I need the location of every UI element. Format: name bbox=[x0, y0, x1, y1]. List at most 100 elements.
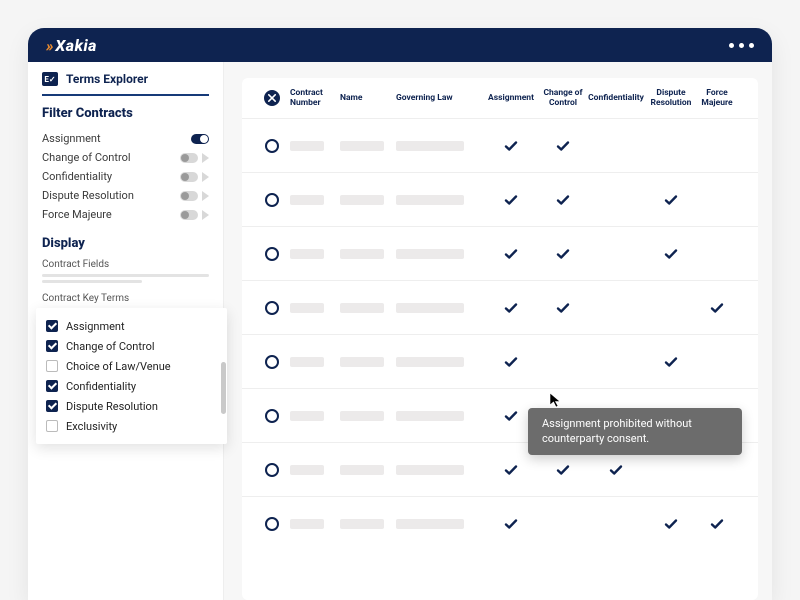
col-contract-number[interactable]: Contract Number bbox=[290, 88, 340, 108]
row-select-radio[interactable] bbox=[265, 355, 279, 369]
checkbox[interactable] bbox=[46, 420, 58, 432]
cell-change-of-control[interactable] bbox=[540, 462, 586, 478]
cell-assignment[interactable] bbox=[482, 408, 540, 424]
key-term-change-of-control[interactable]: Change of Control bbox=[46, 336, 219, 356]
cell-placeholder bbox=[340, 357, 384, 367]
col-dispute-resolution[interactable]: Dispute Resolution bbox=[646, 88, 696, 108]
filter-toggle[interactable] bbox=[180, 191, 198, 201]
row-select-radio[interactable] bbox=[265, 193, 279, 207]
cell-assignment[interactable] bbox=[482, 300, 540, 316]
cell-placeholder bbox=[340, 411, 384, 421]
table-row[interactable] bbox=[242, 118, 758, 172]
cell-placeholder bbox=[340, 249, 384, 259]
row-select-radio[interactable] bbox=[265, 301, 279, 315]
content: E✓ Terms Explorer Filter Contracts Assig… bbox=[28, 62, 772, 600]
filter-row-confidentiality[interactable]: Confidentiality bbox=[42, 167, 209, 186]
cell-placeholder bbox=[396, 195, 464, 205]
cell-placeholder bbox=[290, 195, 324, 205]
col-name[interactable]: Name bbox=[340, 93, 396, 103]
cell-change-of-control[interactable] bbox=[540, 246, 586, 262]
cell-change-of-control[interactable] bbox=[540, 192, 586, 208]
filter-label: Confidentiality bbox=[42, 170, 112, 183]
filter-row-force-majeure[interactable]: Force Majeure bbox=[42, 205, 209, 224]
key-term-exclusivity[interactable]: Exclusivity bbox=[46, 416, 219, 436]
table-row[interactable] bbox=[242, 226, 758, 280]
col-governing-law[interactable]: Governing Law bbox=[396, 93, 482, 103]
key-term-dispute-resolution[interactable]: Dispute Resolution bbox=[46, 396, 219, 416]
cell-change-of-control[interactable] bbox=[540, 300, 586, 316]
cell-assignment[interactable] bbox=[482, 462, 540, 478]
chevron-right-icon bbox=[202, 210, 209, 220]
cell-dispute-resolution[interactable] bbox=[646, 246, 696, 262]
filter-toggle[interactable] bbox=[180, 153, 198, 163]
checkbox[interactable] bbox=[46, 380, 58, 392]
clear-selection-button[interactable] bbox=[264, 90, 280, 106]
table-row[interactable] bbox=[242, 172, 758, 226]
window-menu-button[interactable] bbox=[729, 43, 754, 48]
table-row[interactable] bbox=[242, 496, 758, 550]
cell-placeholder bbox=[290, 465, 324, 475]
cell-dispute-resolution[interactable] bbox=[646, 192, 696, 208]
logo-mark-icon: ›› bbox=[46, 36, 51, 55]
key-term-label: Change of Control bbox=[66, 340, 155, 353]
cell-change-of-control[interactable] bbox=[540, 408, 586, 424]
key-term-confidentiality[interactable]: Confidentiality bbox=[46, 376, 219, 396]
cell-change-of-control[interactable] bbox=[540, 138, 586, 154]
filter-label: Change of Control bbox=[42, 151, 131, 164]
cell-placeholder bbox=[396, 249, 464, 259]
filter-label: Force Majeure bbox=[42, 208, 112, 221]
cell-assignment[interactable] bbox=[482, 192, 540, 208]
row-select-radio[interactable] bbox=[265, 409, 279, 423]
cell-placeholder bbox=[396, 357, 464, 367]
filter-row-change-of-control[interactable]: Change of Control bbox=[42, 148, 209, 167]
cell-force-majeure[interactable] bbox=[696, 300, 738, 316]
cell-placeholder bbox=[290, 519, 324, 529]
cell-placeholder bbox=[290, 411, 324, 421]
filter-row-dispute-resolution[interactable]: Dispute Resolution bbox=[42, 186, 209, 205]
table-row[interactable] bbox=[242, 442, 758, 496]
filter-toggle[interactable] bbox=[180, 172, 198, 182]
col-confidentiality[interactable]: Confidentiality bbox=[586, 93, 646, 103]
filter-row-assignment[interactable]: Assignment bbox=[42, 129, 209, 148]
chevron-right-icon bbox=[202, 153, 209, 163]
table-row[interactable] bbox=[242, 388, 758, 442]
key-term-assignment[interactable]: Assignment bbox=[46, 316, 219, 336]
terms-explorer-header[interactable]: E✓ Terms Explorer bbox=[42, 72, 209, 96]
row-select-radio[interactable] bbox=[265, 517, 279, 531]
cell-placeholder bbox=[340, 195, 384, 205]
cell-assignment[interactable] bbox=[482, 354, 540, 370]
cell-placeholder bbox=[340, 465, 384, 475]
table-row[interactable] bbox=[242, 334, 758, 388]
cell-dispute-resolution[interactable] bbox=[646, 354, 696, 370]
key-term-label: Dispute Resolution bbox=[66, 400, 158, 413]
cell-assignment[interactable] bbox=[482, 516, 540, 532]
cell-assignment[interactable] bbox=[482, 138, 540, 154]
cell-assignment[interactable] bbox=[482, 246, 540, 262]
cell-dispute-resolution[interactable] bbox=[646, 516, 696, 532]
filter-label: Dispute Resolution bbox=[42, 189, 134, 202]
col-change-of-control[interactable]: Change of Control bbox=[540, 88, 586, 108]
checkbox[interactable] bbox=[46, 320, 58, 332]
row-select-radio[interactable] bbox=[265, 247, 279, 261]
sidebar: E✓ Terms Explorer Filter Contracts Assig… bbox=[28, 62, 224, 600]
cell-placeholder bbox=[290, 303, 324, 313]
checkbox[interactable] bbox=[46, 360, 58, 372]
col-assignment[interactable]: Assignment bbox=[482, 93, 540, 103]
row-select-radio[interactable] bbox=[265, 139, 279, 153]
cell-placeholder bbox=[396, 519, 464, 529]
filter-toggle[interactable] bbox=[191, 134, 209, 144]
checkbox[interactable] bbox=[46, 340, 58, 352]
checkbox[interactable] bbox=[46, 400, 58, 412]
cell-force-majeure[interactable] bbox=[696, 516, 738, 532]
filter-contracts-title: Filter Contracts bbox=[42, 106, 209, 121]
col-force-majeure[interactable]: Force Majeure bbox=[696, 88, 738, 108]
cell-confidentiality[interactable] bbox=[586, 462, 646, 478]
key-term-choice-of-law-venue[interactable]: Choice of Law/Venue bbox=[46, 356, 219, 376]
key-term-label: Confidentiality bbox=[66, 380, 136, 393]
table-row[interactable] bbox=[242, 280, 758, 334]
filter-toggle[interactable] bbox=[180, 210, 198, 220]
row-select-radio[interactable] bbox=[265, 463, 279, 477]
table-header: Contract Number Name Governing Law Assig… bbox=[242, 78, 758, 118]
cell-placeholder bbox=[340, 303, 384, 313]
key-term-label: Choice of Law/Venue bbox=[66, 360, 171, 373]
